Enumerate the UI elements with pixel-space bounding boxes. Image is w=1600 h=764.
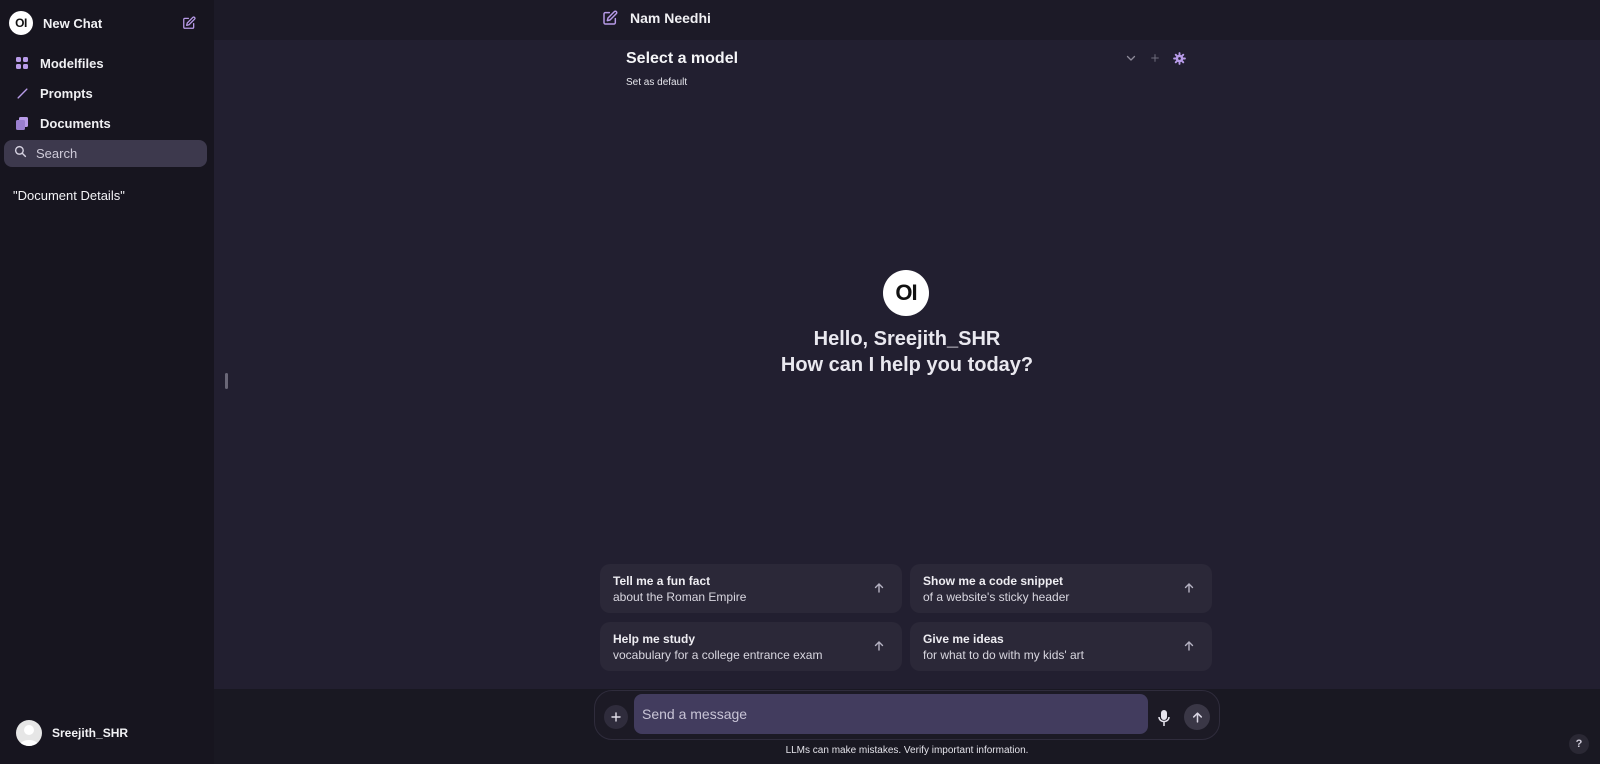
disclaimer-text: LLMs can make mistakes. Verify important…: [785, 745, 1029, 756]
plus-icon[interactable]: [1148, 51, 1162, 65]
sidebar-resize-handle[interactable]: [225, 373, 228, 389]
model-actions: [1124, 51, 1186, 65]
app-root: OI New Chat Modelfiles Prompts Documents…: [0, 0, 1600, 764]
arrow-up-icon: [1182, 639, 1196, 653]
sidebar-item-label: Prompts: [40, 85, 93, 101]
greeting-subtitle: How can I help you today?: [780, 354, 1034, 376]
sidebar-item-label: Documents: [40, 115, 111, 131]
message-input[interactable]: [634, 694, 1148, 734]
new-chat-edit-icon[interactable]: [181, 15, 197, 31]
suggestion-card[interactable]: Tell me a fun fact about the Roman Empir…: [600, 564, 902, 613]
sidebar-item-label: Modelfiles: [40, 55, 104, 71]
suggestion-title: Show me a code snippet: [923, 574, 1064, 588]
sidebar-item-prompts[interactable]: Prompts: [14, 78, 204, 108]
model-select-label[interactable]: Select a model: [626, 50, 738, 68]
chat-history-item[interactable]: "Document Details": [13, 188, 125, 203]
suggestion-title: Tell me a fun fact: [613, 574, 711, 588]
attach-button[interactable]: [604, 705, 628, 729]
sidebar: OI New Chat Modelfiles Prompts Documents…: [0, 0, 214, 764]
search-placeholder: Search: [36, 146, 78, 161]
logo: OI: [9, 11, 33, 35]
page-title: Nam Needhi: [630, 10, 711, 26]
suggestion-title: Help me study: [613, 632, 696, 646]
pencil-icon: [14, 85, 30, 101]
new-chat-row[interactable]: OI New Chat: [9, 10, 197, 36]
greeting-title: Hello, Sreejith_SHR: [813, 328, 1001, 350]
grid-icon: [14, 55, 30, 71]
new-chat-label[interactable]: New Chat: [43, 16, 181, 31]
documents-icon: [14, 115, 30, 131]
microphone-icon[interactable]: [1156, 708, 1172, 728]
suggestion-card[interactable]: Show me a code snippet of a website's st…: [910, 564, 1212, 613]
arrow-up-icon: [1182, 581, 1196, 595]
chat-header: Nam Needhi: [214, 0, 1600, 40]
sidebar-nav: Modelfiles Prompts Documents: [14, 48, 204, 138]
search-icon: [14, 145, 27, 163]
send-button[interactable]: [1184, 704, 1210, 730]
help-button[interactable]: ?: [1569, 734, 1589, 754]
model-selector: Select a model: [626, 48, 1186, 70]
suggestion-card[interactable]: Help me study vocabulary for a college e…: [600, 622, 902, 671]
center-logo: OI: [883, 270, 929, 316]
user-name: Sreejith_SHR: [52, 726, 129, 740]
sidebar-item-modelfiles[interactable]: Modelfiles: [14, 48, 204, 78]
arrow-up-icon: [1192, 711, 1202, 723]
gear-icon[interactable]: [1172, 51, 1186, 65]
suggestion-card[interactable]: Give me ideas for what to do with my kid…: [910, 622, 1212, 671]
arrow-up-icon: [872, 639, 886, 653]
suggestion-subtitle: for what to do with my kids' art: [923, 648, 1085, 662]
suggestion-title: Give me ideas: [923, 632, 1004, 646]
suggestion-subtitle: vocabulary for a college entrance exam: [613, 648, 823, 662]
suggestion-subtitle: of a website's sticky header: [923, 590, 1070, 604]
arrow-up-icon: [872, 581, 886, 595]
suggestion-grid: Tell me a fun fact about the Roman Empir…: [600, 564, 1214, 674]
user-menu[interactable]: Sreejith_SHR: [16, 720, 128, 746]
suggestion-subtitle: about the Roman Empire: [613, 590, 747, 604]
search-input[interactable]: Search: [4, 140, 207, 167]
sidebar-item-documents[interactable]: Documents: [14, 108, 204, 138]
avatar: [16, 720, 42, 746]
chevron-down-icon[interactable]: [1124, 51, 1138, 65]
new-chat-icon[interactable]: [602, 10, 620, 28]
set-as-default-link[interactable]: Set as default: [626, 77, 687, 88]
